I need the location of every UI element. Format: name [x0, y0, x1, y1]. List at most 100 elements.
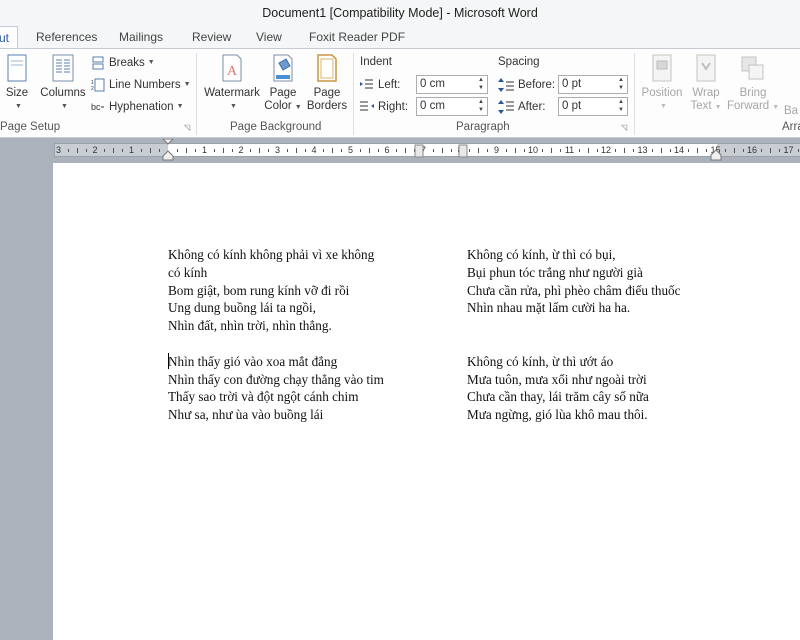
poem-line: Như sa, như ùa vào buồng lái [168, 407, 324, 423]
ruler-tick [523, 149, 525, 152]
spacing-before-value: 0 pt [562, 78, 582, 90]
ruler-tick [706, 149, 708, 152]
ruler-tick [304, 149, 306, 152]
page-borders-label-2: Borders [306, 100, 348, 112]
ruler-left-margin [55, 144, 168, 156]
ruler-number: 1 [201, 145, 208, 155]
indent-marker-icon[interactable] [161, 139, 175, 161]
arrange-group-label: Arra [782, 121, 800, 133]
send-backward-button[interactable]: Ba [784, 105, 800, 118]
ruler-tick [587, 148, 589, 153]
spinner-arrows-icon[interactable]: ▲ ▼ [476, 76, 486, 93]
wrap-text-button[interactable]: Wrap Text ▼ [688, 53, 724, 114]
poem-line: Nhìn nhau mặt lấm cười ha ha. [467, 300, 631, 316]
indent-left-input[interactable]: 0 cm ▲ ▼ [416, 75, 488, 94]
ruler-number: 4 [311, 145, 317, 155]
watermark-button[interactable]: A Watermark ▼ [203, 53, 261, 113]
ruler-tick [405, 148, 407, 153]
column-marker-icon[interactable] [414, 144, 424, 158]
columns-label: Columns [40, 87, 86, 99]
ruler-number: 3 [274, 145, 281, 155]
ruler-tick [67, 149, 69, 152]
send-backward-label: Ba [784, 105, 799, 117]
indent-left-label: Left: [378, 79, 401, 91]
line-numbers-button[interactable]: 12 Line Numbers ▼ [91, 76, 191, 94]
ruler-tick [615, 149, 617, 152]
right-column: Không có kính, ừ thì có bụi, Bụi phun tó… [467, 246, 681, 424]
ruler-number: 13 [637, 145, 648, 155]
group-divider [196, 53, 197, 135]
watermark-label: Watermark [204, 87, 260, 99]
ruler-number: 5 [347, 145, 354, 155]
ruler-tick [578, 149, 580, 152]
left-column: Không có kính không phải vì xe không có … [168, 246, 384, 424]
document-page[interactable] [53, 163, 800, 640]
size-button[interactable]: Size ▼ [2, 53, 32, 113]
text-cursor [168, 353, 169, 369]
ruler-tick [542, 149, 544, 152]
ruler-tick [213, 149, 215, 152]
ruler-number: 6 [384, 145, 390, 155]
column-marker-icon[interactable] [458, 144, 468, 158]
breaks-label: Breaks [109, 57, 145, 69]
spacing-before-label: Before: [518, 79, 556, 91]
dialog-launcher-icon[interactable]: ◹ [184, 123, 190, 132]
ruler-tick [140, 149, 142, 152]
ruler-tick [761, 149, 763, 152]
ruler-tick [779, 149, 781, 152]
ruler-tick [733, 148, 735, 153]
ruler-tick [669, 149, 671, 152]
tab-foxit-reader-pdf[interactable]: Foxit Reader PDF [309, 26, 405, 48]
hyphenation-button[interactable]: bc Hyphenation ▼ [91, 98, 184, 116]
spinner-arrows-icon[interactable]: ▲ ▼ [616, 98, 626, 115]
poem-line: Ung dung buồng lái ta ngồi, [168, 300, 316, 316]
poem-line: Không có kính không phải vì xe không [168, 247, 375, 262]
wrap-text-icon [696, 54, 716, 82]
svg-text:bc: bc [91, 102, 101, 112]
page-borders-button[interactable]: Page Borders [305, 53, 349, 113]
page-background-group-label: Page Background [230, 121, 322, 133]
ruler-number: 17 [783, 145, 794, 155]
right-indent-marker-icon[interactable] [710, 149, 722, 161]
chevron-down-icon: ▼ [772, 104, 780, 111]
page-color-button[interactable]: Page Color ▼ [264, 53, 302, 114]
position-button[interactable]: Position ▼ [638, 53, 686, 113]
dialog-launcher-icon[interactable]: ◹ [621, 123, 627, 132]
ruler-tick [85, 149, 87, 152]
ruler-number: 1 [128, 145, 135, 155]
spacing-before-row: Before: [498, 75, 555, 95]
bring-forward-button[interactable]: Bring Forward ▼ [727, 53, 779, 114]
ribbon: Size ▼ Columns ▼ Breaks ▼ 12 Line Numbers… [0, 48, 800, 138]
indent-right-input[interactable]: 0 cm ▲ ▼ [416, 97, 488, 116]
tab-review[interactable]: Review [192, 26, 231, 48]
breaks-button[interactable]: Breaks ▼ [91, 54, 155, 72]
columns-icon [52, 54, 74, 82]
page-borders-label-1: Page [313, 87, 341, 99]
spacing-after-input[interactable]: 0 pt ▲ ▼ [558, 97, 628, 116]
tab-view[interactable]: View [256, 26, 282, 48]
tab-page-layout[interactable]: ut [0, 26, 19, 49]
chevron-down-icon: ▼ [147, 59, 155, 66]
poem-line: Nhìn thấy con đường chạy thẳng vào tim [168, 371, 384, 387]
spacing-before-input[interactable]: 0 pt ▲ ▼ [558, 75, 628, 94]
spacing-header: Spacing [498, 56, 540, 68]
spacing-after-value: 0 pt [562, 100, 582, 112]
poem-line: Nhìn thấy gió vào xoa mắt đắng [168, 353, 338, 369]
indent-left-value: 0 cm [420, 78, 445, 90]
ruler-tick [195, 149, 197, 152]
ruler-tick [104, 149, 106, 152]
spinner-arrows-icon[interactable]: ▲ ▼ [616, 76, 626, 93]
spacing-after-icon [498, 100, 514, 114]
ruler-tick [724, 149, 726, 152]
ruler-number: 9 [493, 145, 500, 155]
tab-mailings[interactable]: Mailings [119, 26, 163, 48]
bring-forward-icon [741, 56, 764, 80]
spinner-arrows-icon[interactable]: ▲ ▼ [476, 98, 486, 115]
tab-references[interactable]: References [36, 26, 97, 48]
ruler-tick [505, 149, 507, 152]
columns-button[interactable]: Columns ▼ [39, 53, 87, 113]
paragraph-group-label: Paragraph [456, 121, 510, 133]
ribbon-tabs: ut References Mailings Review View Foxit… [0, 26, 800, 49]
ruler-tick [551, 148, 553, 153]
group-divider [634, 53, 635, 135]
